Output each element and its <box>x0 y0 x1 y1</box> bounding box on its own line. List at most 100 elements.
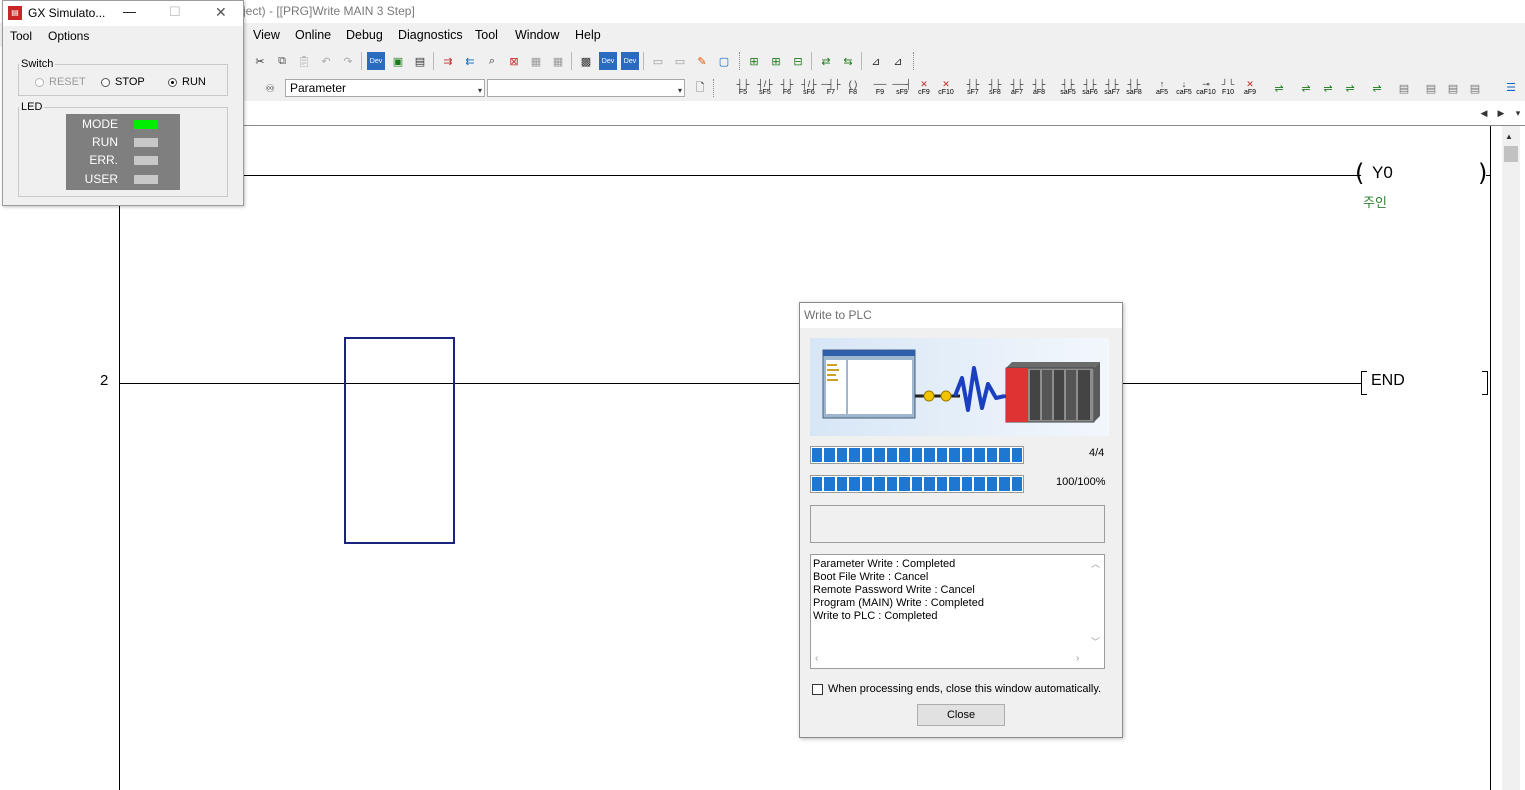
delete-plc-icon[interactable]: ⊠ <box>505 52 523 70</box>
ladder-symbol-sf6-button[interactable]: ┤/├ sF6 <box>799 79 819 97</box>
menu-online[interactable]: Online <box>295 23 331 47</box>
device-test-icon[interactable]: Dev <box>621 52 639 70</box>
simulator-menu-tool[interactable]: Tool <box>10 29 32 43</box>
coil-y0-label[interactable]: Y0 <box>1372 163 1393 183</box>
copy-icon[interactable]: ⧉ <box>273 52 291 70</box>
ladder-symbol-f10-button[interactable]: ┘└ F10 <box>1218 79 1238 97</box>
device-icon[interactable]: Dev <box>367 52 385 70</box>
menu-tool[interactable]: Tool <box>475 23 498 47</box>
maximize-icon[interactable]: ☐ <box>169 4 181 20</box>
ladder-symbol-af7-button[interactable]: ┤├ aF7 <box>1007 79 1027 97</box>
ladder-symbol-sf9-button[interactable]: ──┤ sF9 <box>892 79 912 97</box>
cut-icon[interactable]: ✂ <box>251 52 269 70</box>
end-instruction[interactable]: END <box>1371 372 1405 390</box>
monitor-stop-icon[interactable]: ⊿ <box>889 52 907 70</box>
zoom-icon[interactable]: ▤ <box>1444 79 1462 97</box>
undo-icon[interactable]: ↶ <box>317 52 335 70</box>
ladder-symbol-saf7-button[interactable]: ┤├ saF7 <box>1102 79 1122 97</box>
ladder-symbol-f9-button[interactable]: ── F9 <box>870 79 890 97</box>
tab-scroll-left-icon[interactable]: ◀ <box>1475 104 1493 122</box>
list-icon[interactable]: ▤ <box>1395 79 1413 97</box>
new-document-icon[interactable]: 🗋︎ <box>691 79 709 97</box>
online-change-icon[interactable]: ▦ <box>527 52 545 70</box>
simulator-menu-options[interactable]: Options <box>48 29 89 43</box>
monitor-icon[interactable]: ▣ <box>389 52 407 70</box>
write-to-plc-icon[interactable]: ⇉ <box>439 52 457 70</box>
hline-icon[interactable]: ⇌ <box>1297 79 1315 97</box>
menu-window[interactable]: Window <box>515 23 559 47</box>
log-scroll-down-icon[interactable]: ﹀ <box>1091 635 1100 648</box>
radio-run[interactable]: RUN <box>168 76 206 88</box>
menu-view[interactable]: View <box>253 23 280 47</box>
toolbar-grip[interactable] <box>713 79 717 97</box>
write-log-list[interactable]: Parameter Write : Completed Boot File Wr… <box>810 554 1105 669</box>
statement-icon[interactable]: ▭ <box>671 52 689 70</box>
func-icon[interactable]: ⇌ <box>1270 79 1288 97</box>
ladder-symbol-f6-button[interactable]: ┤├ F6 <box>777 79 797 97</box>
minimize-icon[interactable]: — <box>123 4 136 19</box>
tab-scroll-right-icon[interactable]: ▶ <box>1492 104 1510 122</box>
print-icon[interactable]: ▤ <box>1422 79 1440 97</box>
read-icon[interactable]: ▤ <box>411 52 429 70</box>
paste-icon[interactable]: 📋︎ <box>295 52 313 70</box>
ladder-insert-icon[interactable]: ⊞ <box>745 52 763 70</box>
program-combo[interactable]: ▾ <box>487 79 685 97</box>
ladder-symbol-caf10-button[interactable]: ⊸ caF10 <box>1196 79 1216 97</box>
menu-diagnostics[interactable]: Diagnostics <box>398 23 463 47</box>
scrollbar-thumb[interactable] <box>1504 146 1518 162</box>
monitor-start-icon[interactable]: ⊿ <box>867 52 885 70</box>
ladder-symbol-caf5-button[interactable]: ↓ caF5 <box>1174 79 1194 97</box>
device-batch-icon[interactable]: ▩ <box>577 52 595 70</box>
ladder-symbol-af5-button[interactable]: ↑ aF5 <box>1152 79 1172 97</box>
binoculars-icon[interactable]: ♾ <box>261 79 279 97</box>
toolbar-grip[interactable] <box>739 52 743 70</box>
settings-icon[interactable]: ▤ <box>1466 79 1484 97</box>
scroll-up-icon[interactable]: ▲ <box>1505 132 1513 141</box>
ladder-symbol-sf8-button[interactable]: ┤├ sF8 <box>985 79 1005 97</box>
ladder-editor[interactable]: ( Y0 ) 주인 ⊙⊙ · 2 END ▲ <box>0 126 1525 790</box>
ladder-symbol-saf6-button[interactable]: ┤├ saF6 <box>1080 79 1100 97</box>
radio-reset[interactable]: RESET <box>35 76 86 88</box>
verify-icon[interactable]: ⌕ <box>483 52 501 70</box>
comment-icon[interactable]: ▭ <box>649 52 667 70</box>
close-icon[interactable]: ✕ <box>215 4 227 21</box>
display-icon[interactable]: ▢ <box>715 52 733 70</box>
log-scroll-up-icon[interactable]: ︿ <box>1091 557 1100 570</box>
ladder-symbol-cf9-button[interactable]: ✕ cF9 <box>914 79 934 97</box>
remote-icon[interactable]: ▦ <box>549 52 567 70</box>
vertical-scrollbar[interactable]: ▲ <box>1502 126 1520 790</box>
ladder-symbol-sf7-button[interactable]: ┤├ sF7 <box>963 79 983 97</box>
device-monitor-icon[interactable]: Dev <box>599 52 617 70</box>
ladder-symbol-saf8-button[interactable]: ┤├ saF8 <box>1124 79 1144 97</box>
ladder-symbol-af8-button[interactable]: ┤├ aF8 <box>1029 79 1049 97</box>
hdel-icon[interactable]: ⇌ <box>1341 79 1359 97</box>
ladder-symbol-f7-button[interactable]: ─┤├ F7 <box>821 79 841 97</box>
ladder-symbol-af9-button[interactable]: ✕ aF9 <box>1240 79 1260 97</box>
list-icon[interactable]: ☰ <box>1502 78 1520 96</box>
note-icon[interactable]: ✎ <box>693 52 711 70</box>
ladder-delete-icon[interactable]: ⊟ <box>789 52 807 70</box>
tab-list-icon[interactable]: ▾ <box>1509 104 1525 122</box>
ladder-symbol-f5-button[interactable]: ┤├ F5 <box>733 79 753 97</box>
radio-stop[interactable]: STOP <box>101 76 145 88</box>
log-scroll-right-icon[interactable]: › <box>1076 653 1079 664</box>
ladder-add-icon[interactable]: ⊞ <box>767 52 785 70</box>
convert-icon[interactable]: ⇄ <box>817 52 835 70</box>
convert-all-icon[interactable]: ⇆ <box>839 52 857 70</box>
menu-debug[interactable]: Debug <box>346 23 383 47</box>
edit-cursor[interactable] <box>344 337 455 544</box>
ladder-symbol-saf5-button[interactable]: ┤├ saF5 <box>1058 79 1078 97</box>
log-scroll-left-icon[interactable]: ‹ <box>815 653 818 664</box>
auto-close-checkbox[interactable] <box>812 684 823 695</box>
ladder-symbol-f8-button[interactable]: ( ) F8 <box>843 79 863 97</box>
close-button[interactable]: Close <box>917 704 1005 726</box>
redo-icon[interactable]: ↷ <box>339 52 357 70</box>
toolbar-grip[interactable] <box>913 52 917 70</box>
ladder-symbol-cf10-button[interactable]: ✕ cF10 <box>936 79 956 97</box>
parameter-combo[interactable]: Parameter ▾ <box>285 79 485 97</box>
ladder-symbol-sf5-button[interactable]: ┤/├ sF5 <box>755 79 775 97</box>
menu-help[interactable]: Help <box>575 23 601 47</box>
vline-icon[interactable]: ⇌ <box>1319 79 1337 97</box>
vdel-icon[interactable]: ⇌ <box>1368 79 1386 97</box>
read-from-plc-icon[interactable]: ⇇ <box>461 52 479 70</box>
